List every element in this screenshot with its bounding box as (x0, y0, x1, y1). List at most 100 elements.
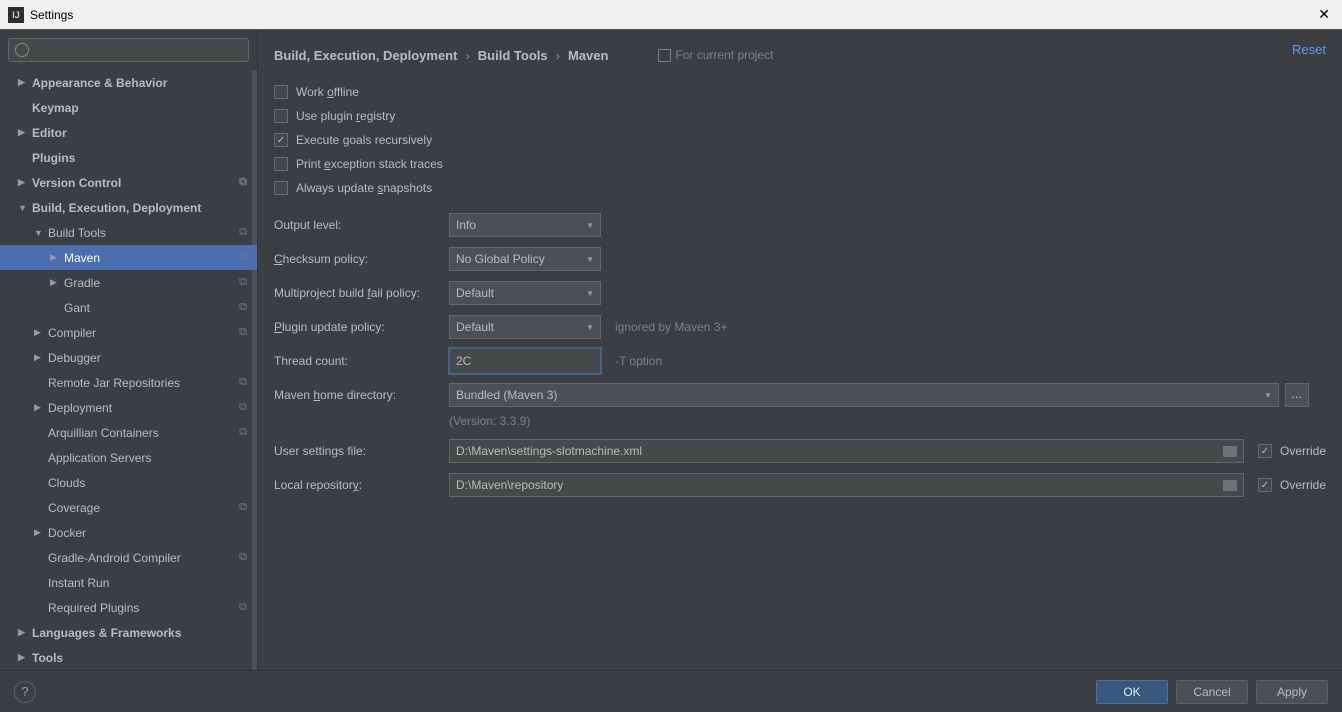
tree-item-label: Deployment (48, 401, 112, 415)
chevron-right-icon[interactable] (50, 277, 60, 288)
help-button[interactable]: ? (14, 681, 36, 703)
project-scope-icon: ⧉ (239, 301, 247, 314)
user-settings-override-checkbox[interactable] (1258, 444, 1272, 458)
tree-item-build-execution-deployment[interactable]: Build, Execution, Deployment (0, 195, 257, 220)
thread-count-hint: -T option (615, 354, 662, 368)
tree-item-gant[interactable]: Gant ⧉ (0, 295, 257, 320)
chevron-right-icon[interactable] (34, 402, 44, 413)
plugin-update-dropdown[interactable]: Default (449, 315, 601, 339)
work-offline-label: Work offline (296, 85, 359, 99)
crumb-leaf: Maven (568, 48, 608, 63)
project-scope-icon: ⧉ (239, 551, 247, 564)
user-settings-override-label: Override (1280, 444, 1326, 458)
tree-item-required-plugins[interactable]: Required Plugins⧉ (0, 595, 257, 620)
tree-item-deployment[interactable]: Deployment ⧉ (0, 395, 257, 420)
chevron-right-icon[interactable] (18, 652, 28, 663)
thread-count-input[interactable] (449, 348, 601, 374)
tree-item-tools[interactable]: Tools (0, 645, 257, 670)
apply-button[interactable]: Apply (1256, 680, 1328, 704)
local-repo-label: Local repository: (274, 478, 449, 492)
tree-item-remote-jar-repositories[interactable]: Remote Jar Repositories⧉ (0, 370, 257, 395)
local-repo-override-checkbox[interactable] (1258, 478, 1272, 492)
tree-item-label: Appearance & Behavior (32, 76, 167, 90)
plugin-update-hint: ignored by Maven 3+ (615, 320, 727, 334)
tree-item-editor[interactable]: Editor (0, 120, 257, 145)
chevron-down-icon[interactable] (34, 228, 44, 238)
tree-item-compiler[interactable]: Compiler⧉ (0, 320, 257, 345)
settings-sidebar: Appearance & Behavior Keymap Editor Plugins… (0, 30, 258, 670)
chevron-right-icon[interactable] (18, 177, 28, 188)
tree-item-languages-frameworks[interactable]: Languages & Frameworks (0, 620, 257, 645)
chevron-right-icon[interactable] (18, 77, 28, 88)
exec-goals-checkbox[interactable] (274, 133, 288, 147)
tree-item-label: Application Servers (48, 451, 151, 465)
tree-item-coverage[interactable]: Coverage⧉ (0, 495, 257, 520)
chevron-right-icon[interactable] (18, 627, 28, 638)
work-offline-checkbox[interactable] (274, 85, 288, 99)
chevron-right-icon[interactable] (34, 527, 44, 538)
user-settings-input[interactable]: D:\Maven\settings-slotmachine.xml (449, 439, 1244, 463)
folder-icon[interactable] (1223, 446, 1237, 457)
chevron-right-icon[interactable] (34, 352, 44, 363)
chevron-right-icon[interactable] (34, 327, 44, 338)
tree-item-label: Clouds (48, 476, 85, 490)
chevron-right-icon[interactable] (50, 252, 60, 263)
crumb-root[interactable]: Build, Execution, Deployment (274, 48, 457, 63)
tree-item-arquillian-containers[interactable]: Arquillian Containers⧉ (0, 420, 257, 445)
reset-link[interactable]: Reset (1292, 42, 1326, 57)
tree-item-label: Build Tools (48, 226, 106, 240)
tree-item-maven[interactable]: Maven⧉ (0, 245, 257, 270)
project-scope-icon: ⧉ (239, 251, 247, 264)
print-exception-checkbox[interactable] (274, 157, 288, 171)
always-update-checkbox[interactable] (274, 181, 288, 195)
checksum-policy-dropdown[interactable]: No Global Policy (449, 247, 601, 271)
tree-item-docker[interactable]: Docker (0, 520, 257, 545)
maven-home-browse-button[interactable]: ... (1285, 383, 1309, 407)
multiproject-label: Multiproject build fail policy: (274, 286, 449, 300)
window-titlebar: IJ Settings ✕ (0, 0, 1342, 30)
exec-goals-label: Execute goals recursively (296, 133, 432, 147)
tree-item-keymap[interactable]: Keymap (0, 95, 257, 120)
tree-item-plugins[interactable]: Plugins (0, 145, 257, 170)
tree-item-label: Build, Execution, Deployment (32, 201, 201, 215)
tree-item-debugger[interactable]: Debugger (0, 345, 257, 370)
tree-item-appearance-behavior[interactable]: Appearance & Behavior (0, 70, 257, 95)
tree-item-gradle[interactable]: Gradle⧉ (0, 270, 257, 295)
app-icon: IJ (8, 7, 24, 23)
tree-item-clouds[interactable]: Clouds (0, 470, 257, 495)
tree-item-instant-run[interactable]: Instant Run (0, 570, 257, 595)
crumb-mid[interactable]: Build Tools (478, 48, 548, 63)
ok-button[interactable]: OK (1096, 680, 1168, 704)
local-repo-input[interactable]: D:\Maven\repository (449, 473, 1244, 497)
project-scope-icon: ⧉ (239, 276, 247, 289)
project-scope-icon: ⧉ (239, 401, 247, 414)
plugin-registry-checkbox[interactable] (274, 109, 288, 123)
project-scope-icon: ⧉ (239, 426, 247, 439)
settings-content: Build, Execution, Deployment › Build Too… (258, 30, 1342, 670)
thread-count-label: Thread count: (274, 354, 449, 368)
always-update-label: Always update snapshots (296, 181, 432, 195)
search-input-wrap[interactable] (8, 38, 249, 62)
settings-tree: Appearance & Behavior Keymap Editor Plugins… (0, 70, 257, 670)
cancel-button[interactable]: Cancel (1176, 680, 1248, 704)
tree-item-build-tools[interactable]: Build Tools⧉ (0, 220, 257, 245)
output-level-label: Output level: (274, 218, 449, 232)
tree-item-label: Editor (32, 126, 67, 140)
tree-item-label: Keymap (32, 101, 79, 115)
search-input[interactable] (33, 43, 242, 57)
tree-item-application-servers[interactable]: Application Servers (0, 445, 257, 470)
tree-item-label: Gant (64, 301, 90, 315)
maven-version-note: (Version: 3.3.9) (449, 414, 1326, 428)
maven-home-dropdown[interactable]: Bundled (Maven 3) (449, 383, 1279, 407)
close-icon[interactable]: ✕ (1314, 6, 1334, 23)
tree-item-label: Instant Run (48, 576, 109, 590)
tree-item-version-control[interactable]: Version Control⧉ (0, 170, 257, 195)
tree-item-gradle-android-compiler[interactable]: Gradle-Android Compiler⧉ (0, 545, 257, 570)
chevron-down-icon[interactable] (18, 203, 28, 213)
folder-icon[interactable] (1223, 480, 1237, 491)
output-level-dropdown[interactable]: Info (449, 213, 601, 237)
project-scope-icon: ⧉ (239, 176, 247, 189)
chevron-right-icon[interactable] (18, 127, 28, 138)
chevron-right-icon: › (465, 48, 469, 63)
multiproject-dropdown[interactable]: Default (449, 281, 601, 305)
